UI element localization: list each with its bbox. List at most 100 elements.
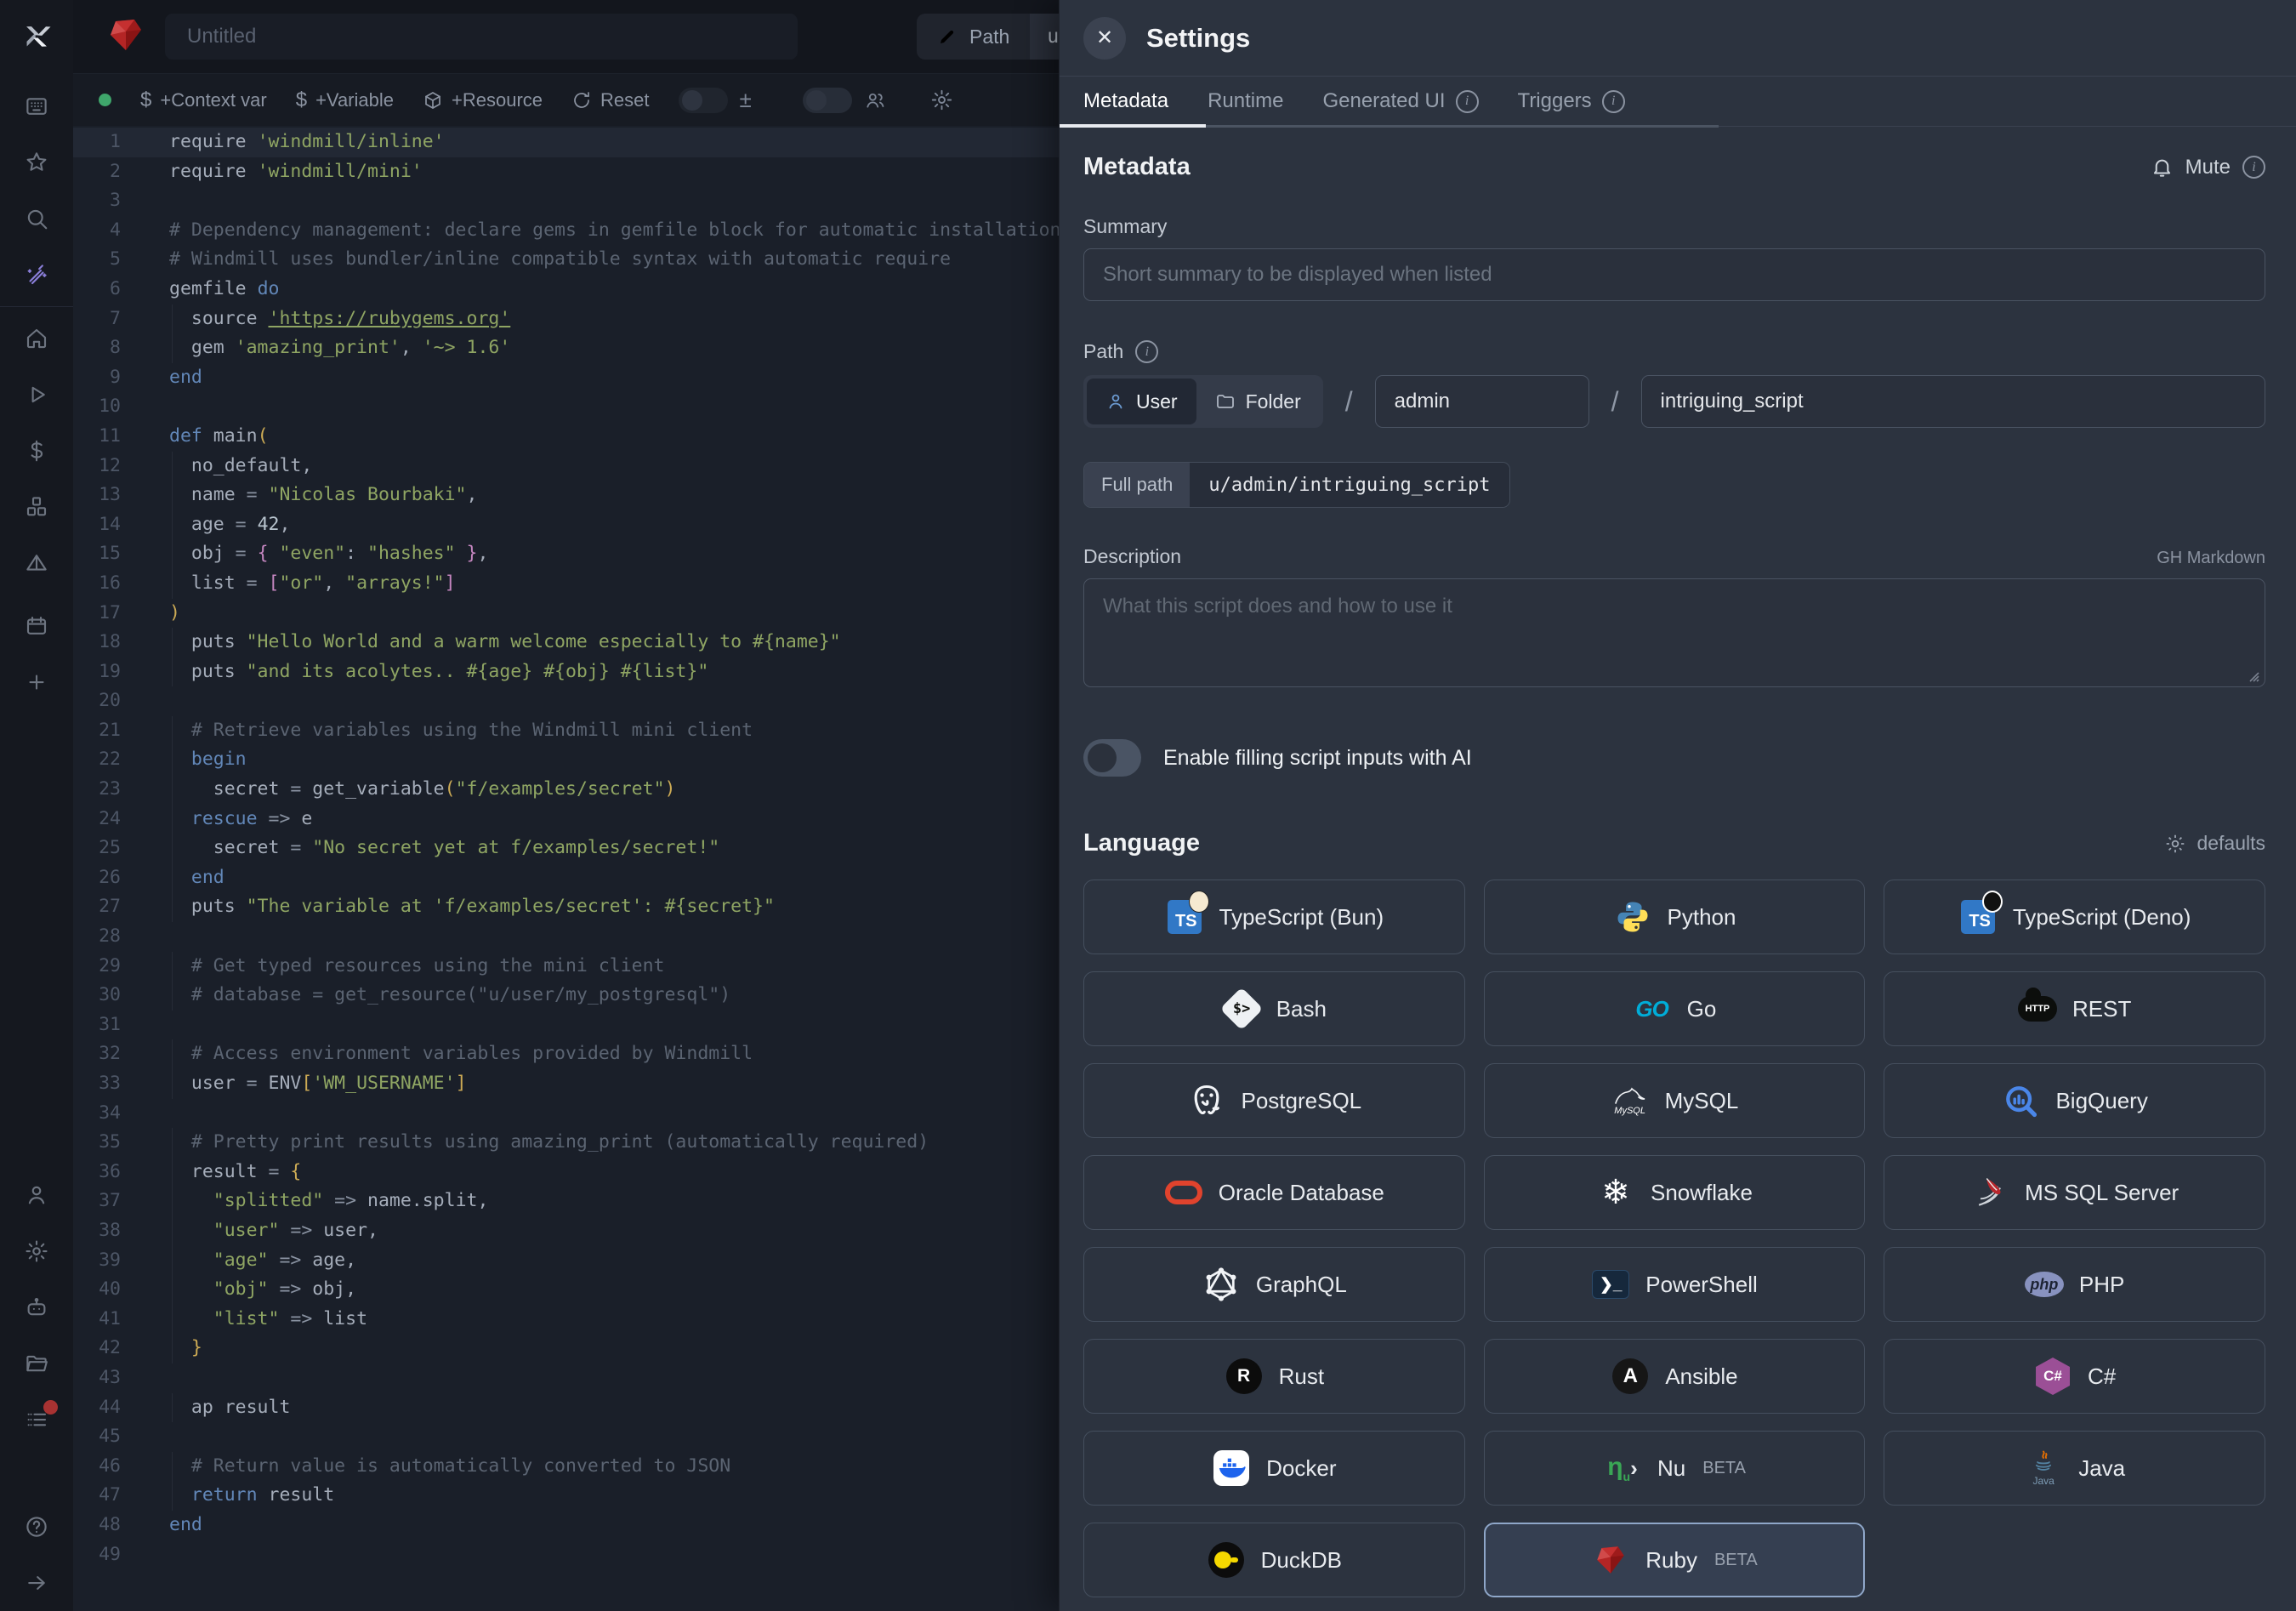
language-option-java[interactable]: JavaJava [1884,1431,2265,1506]
sidebar-arrow-right-icon[interactable] [22,1570,51,1596]
sidebar-home-icon[interactable] [22,326,51,351]
sidebar-help-icon[interactable] [22,1514,51,1540]
line-number: 15 [73,539,121,569]
language-option-postgresql[interactable]: PostgreSQL [1083,1063,1465,1138]
sidebar-cubes-icon[interactable] [22,494,51,520]
line-number: 38 [73,1216,121,1246]
language-option-docker[interactable]: Docker [1083,1431,1465,1506]
line-number: 30 [73,981,121,1010]
ruby-language-icon [105,14,146,60]
path-owner-input[interactable] [1375,375,1589,428]
script-title-input[interactable] [165,14,798,60]
rest-icon: HTTP [2018,989,2057,1028]
settings-header: ✕ Settings [1060,0,2296,77]
diff-toggle[interactable] [679,88,728,113]
line-number: 21 [73,716,121,746]
line-number: 19 [73,657,121,687]
line-number: 35 [73,1128,121,1158]
sidebar-ai-wand-icon[interactable] [22,262,51,287]
pencil-icon [937,26,958,47]
language-option-bigquery[interactable]: BigQuery [1884,1063,2265,1138]
language-option-label: Ansible [1665,1363,1737,1390]
tab-runtime[interactable]: Runtime [1208,89,1283,113]
path-button-label: Path [969,26,1009,48]
language-option-mysql[interactable]: MySQLMySQL [1484,1063,1866,1138]
close-icon[interactable]: ✕ [1083,17,1126,60]
line-number: 49 [73,1540,121,1570]
sidebar-dollar-icon[interactable] [22,438,51,464]
sidebar-play-icon[interactable] [22,382,51,407]
sidebar-plus-icon[interactable] [22,669,51,695]
sidebar-search-icon[interactable] [22,206,51,231]
duckdb-icon [1207,1540,1246,1580]
sidebar-robot-icon[interactable] [22,1295,51,1320]
language-option-bash[interactable]: $>Bash [1083,971,1465,1046]
dollar-icon: $ [296,88,307,112]
language-option-powershell[interactable]: ❯_PowerShell [1484,1247,1866,1322]
mute-button[interactable]: Mute i [2151,156,2265,179]
path-name-input[interactable] [1641,375,2265,428]
language-option-c[interactable]: C#C# [1884,1339,2265,1414]
summary-input[interactable] [1083,248,2265,301]
user-icon [1105,391,1126,412]
tab-metadata[interactable]: Metadata [1083,89,1168,113]
sidebar-folder-open-icon[interactable] [22,1351,51,1376]
language-option-duckdb[interactable]: DuckDB [1083,1523,1465,1597]
reset-button[interactable]: Reset [571,89,649,111]
resize-grip-icon[interactable] [2245,668,2260,683]
language-option-oracle-database[interactable]: Oracle Database [1083,1155,1465,1230]
language-option-php[interactable]: phpPHP [1884,1247,2265,1322]
line-number: 6 [73,275,121,305]
graphql-icon [1202,1265,1241,1304]
language-option-typescript-deno[interactable]: TSTypeScript (Deno) [1884,880,2265,954]
language-option-graphql[interactable]: GraphQL [1083,1247,1465,1322]
line-number: 46 [73,1452,121,1482]
language-option-nu[interactable]: ηu›NuBETA [1484,1431,1866,1506]
path-separator: / [1345,386,1353,418]
settings-drawer: ✕ Settings Metadata Runtime Generated UI… [1059,0,2296,1611]
sidebar-user-icon[interactable] [22,1182,51,1208]
bell-icon [2151,156,2174,179]
ai-fill-toggle[interactable] [1083,739,1141,777]
info-icon: i [2242,156,2265,179]
ai-toggle-label: Enable filling script inputs with AI [1163,746,1472,771]
tab-generated-ui[interactable]: Generated UI i [1322,89,1478,113]
language-option-typescript-bun[interactable]: TSTypeScript (Bun) [1083,880,1465,954]
line-number: 37 [73,1187,121,1216]
sidebar-gear-icon[interactable] [22,1238,51,1264]
tab-triggers[interactable]: Triggers i [1518,89,1625,113]
bash-icon: $> [1222,989,1261,1028]
language-option-label: Docker [1266,1455,1336,1482]
sidebar-prism-icon[interactable] [22,550,51,576]
sidebar-list-badge-icon[interactable] [22,1407,51,1432]
language-option-python[interactable]: Python [1484,880,1866,954]
powershell-icon: ❯_ [1591,1265,1630,1304]
sidebar-app-window-icon[interactable] [22,94,51,119]
language-option-ansible[interactable]: AAnsible [1484,1339,1866,1414]
editor-settings-gear-icon[interactable] [930,88,953,111]
add-resource-button[interactable]: +Resource [423,89,543,111]
sidebar-star-icon[interactable] [22,150,51,175]
line-number: 40 [73,1275,121,1305]
language-option-ms-sql-server[interactable]: MS SQL Server [1884,1155,2265,1230]
language-option-snowflake[interactable]: ❄Snowflake [1484,1155,1866,1230]
multiplayer-toggle[interactable] [803,88,852,113]
owner-kind-folder[interactable]: Folder [1196,379,1320,424]
language-option-label: Nu [1657,1455,1685,1482]
line-number: 23 [73,775,121,805]
windmill-logo[interactable] [0,0,73,73]
dollar-icon: $ [140,88,151,112]
language-option-rest[interactable]: HTTPREST [1884,971,2265,1046]
description-textarea[interactable] [1083,578,2265,687]
sidebar-calendar-icon[interactable] [22,613,51,639]
language-defaults-button[interactable]: defaults [2164,832,2265,855]
line-number: 33 [73,1069,121,1099]
language-option-rust[interactable]: RRust [1083,1339,1465,1414]
add-context-var-button[interactable]: $ +Context var [140,88,267,112]
nu-icon: ηu› [1603,1449,1642,1488]
language-option-ruby[interactable]: RubyBETA [1484,1523,1866,1597]
add-variable-button[interactable]: $ +Variable [296,88,394,112]
language-option-go[interactable]: GOGo [1484,971,1866,1046]
language-option-label: MS SQL Server [2025,1180,2179,1206]
owner-kind-user[interactable]: User [1087,379,1196,424]
